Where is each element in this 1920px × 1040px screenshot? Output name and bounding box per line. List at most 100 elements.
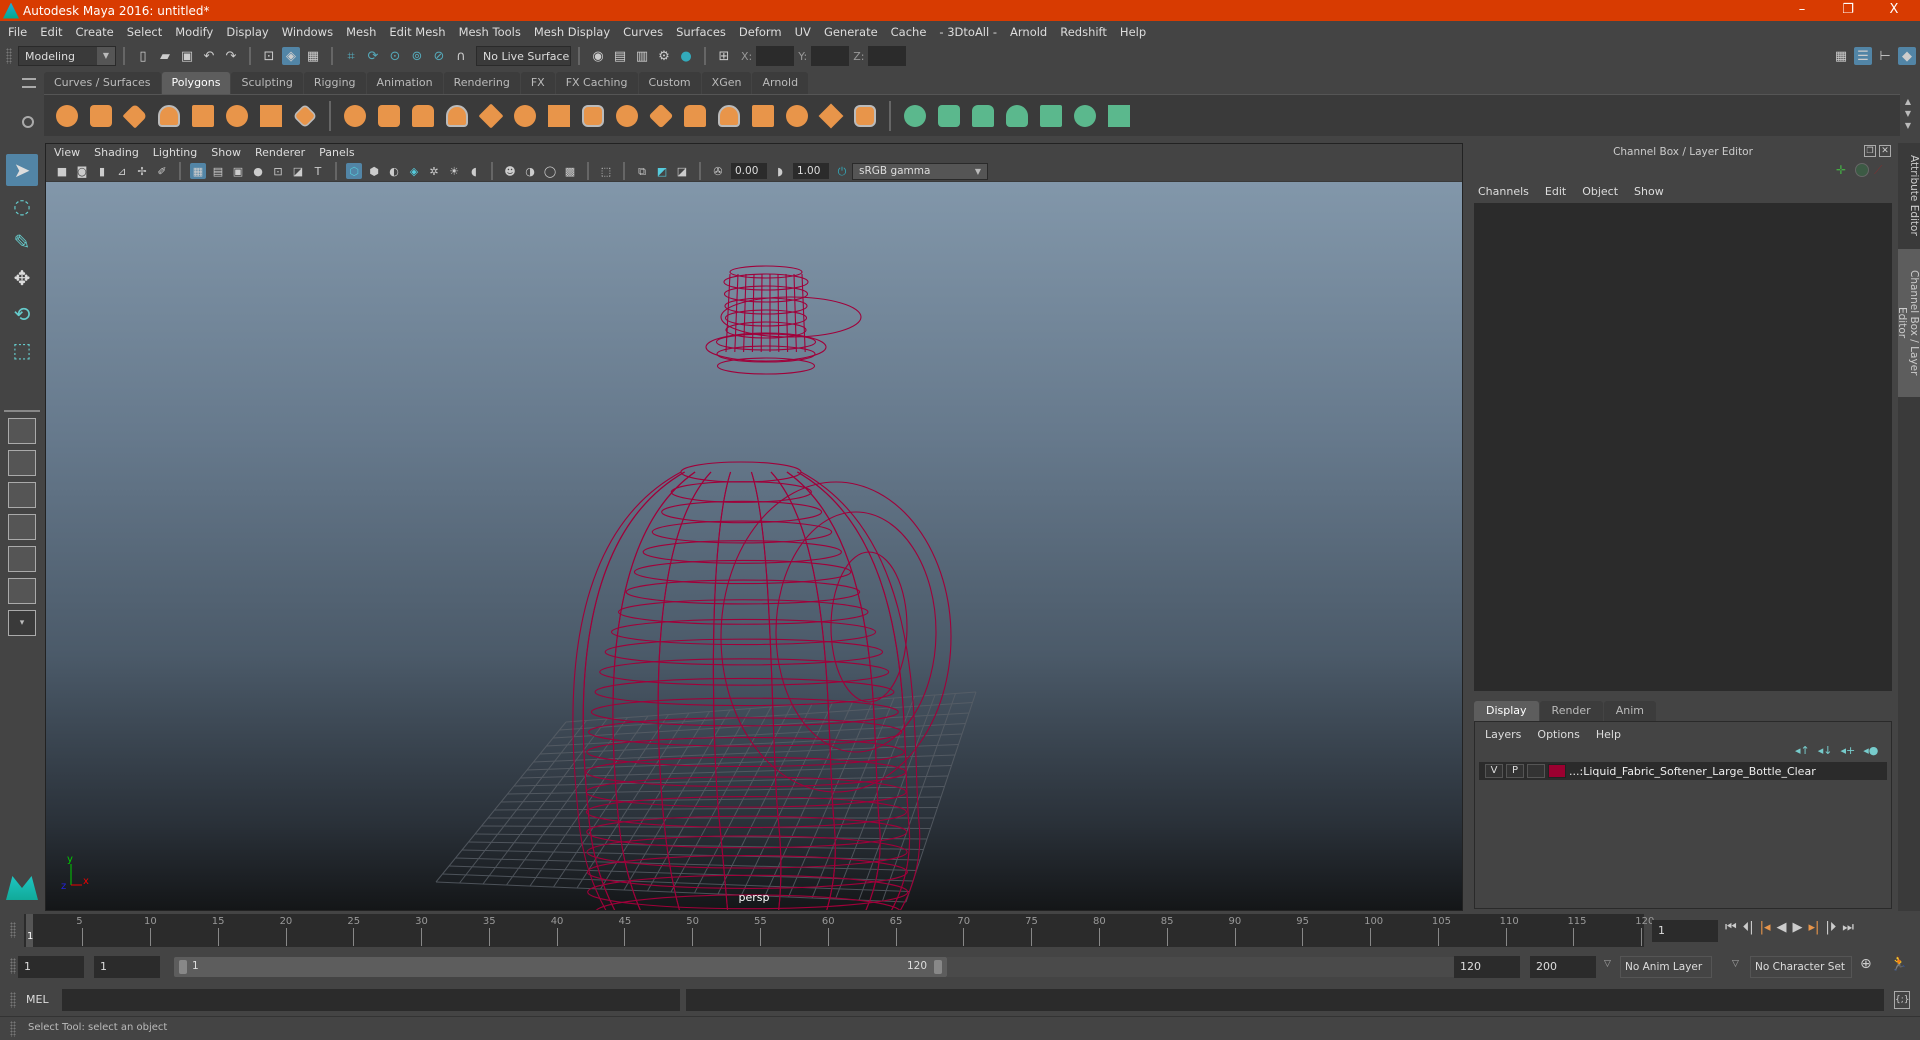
wireframe-on-shaded-icon[interactable]: ◐ (386, 163, 402, 179)
menu-mesh[interactable]: Mesh (346, 25, 376, 39)
channel-box-toggle-icon[interactable]: ☰ (1854, 47, 1872, 65)
render-view-icon[interactable]: ◉ (589, 47, 607, 65)
save-scene-icon[interactable]: ▣ (178, 47, 196, 65)
hypershade-icon[interactable]: ● (677, 47, 695, 65)
attribute-editor-tab[interactable]: Attribute Editor (1898, 147, 1920, 243)
screen-space-ao-icon[interactable]: ☻ (502, 163, 518, 179)
shelf-tab-fx-caching[interactable]: FX Caching (555, 72, 638, 94)
menu-deform[interactable]: Deform (739, 25, 782, 39)
image-plane-icon[interactable]: ⊿ (114, 163, 130, 179)
close-panel-icon[interactable]: ✕ (1879, 145, 1891, 157)
viewport-menu-renderer[interactable]: Renderer (255, 146, 305, 159)
script-editor-icon[interactable]: {;} (1894, 991, 1910, 1009)
shelf-tab-rigging[interactable]: Rigging (303, 72, 366, 94)
time-ruler[interactable]: 1 5 10 15 20 25 30 35 40 45 50 55 60 65 70 75 80 85 90 95 1… (24, 914, 1654, 947)
shelf-tab-xgen[interactable]: XGen (701, 72, 752, 94)
layer-menu-layers[interactable]: Layers (1485, 728, 1521, 741)
extrude-icon[interactable] (579, 102, 607, 130)
safe-action-icon[interactable]: ◪ (290, 163, 306, 179)
channel-box-menu-show[interactable]: Show (1634, 185, 1664, 198)
bookmark-icon[interactable]: ▮ (94, 163, 110, 179)
gate-mask-icon[interactable]: ● (250, 163, 266, 179)
cylindrical-uv-icon[interactable] (935, 102, 963, 130)
open-scene-icon[interactable]: ▰ (156, 47, 174, 65)
scale-tool-icon[interactable]: ⬚ (6, 334, 38, 366)
playback-toggle[interactable]: P (1506, 764, 1524, 778)
shelf-tab-polygons[interactable]: Polygons (161, 72, 231, 94)
append-polygon-icon[interactable] (647, 102, 675, 130)
use-all-lights-icon[interactable]: ☀ (446, 163, 462, 179)
isolate-select-icon[interactable]: ⬚ (598, 163, 614, 179)
anti-aliasing-icon[interactable]: ◯ (542, 163, 558, 179)
poly-plane-icon[interactable] (189, 102, 217, 130)
film-gate-icon[interactable]: ▤ (210, 163, 226, 179)
menu-modify[interactable]: Modify (175, 25, 213, 39)
auto-key-icon[interactable]: ⊕ (1860, 956, 1872, 972)
channel-box-menu-channels[interactable]: Channels (1478, 185, 1529, 198)
layer-menu-help[interactable]: Help (1596, 728, 1621, 741)
gamma-field[interactable]: 1.00 (793, 163, 829, 179)
live-surface-field[interactable]: No Live Surface (476, 46, 571, 66)
viewport-menu-shading[interactable]: Shading (94, 146, 139, 159)
snap-grid-icon[interactable]: ⌗ (342, 47, 360, 65)
paint-select-tool-icon[interactable]: ✎ (6, 226, 38, 258)
render-settings-icon[interactable]: ⚙ (655, 47, 673, 65)
viewport-menu-view[interactable]: View (54, 146, 80, 159)
close-button[interactable]: X (1872, 0, 1916, 21)
float-panel-icon[interactable]: ❐ (1864, 145, 1876, 157)
poly-cube-icon[interactable] (87, 102, 115, 130)
playback-start-field[interactable]: 1 (94, 956, 160, 978)
restore-button[interactable]: ❐ (1826, 0, 1870, 21)
xray-icon[interactable]: ◈ (406, 163, 422, 179)
animation-end-field[interactable]: 200 (1530, 956, 1596, 978)
step-forward-frame-icon[interactable]: ▸| (1809, 920, 1820, 935)
grip-handle[interactable] (10, 922, 16, 938)
menu-edit-mesh[interactable]: Edit Mesh (389, 25, 445, 39)
offset-edge-loop-icon[interactable] (749, 102, 777, 130)
display-type-toggle[interactable] (1527, 764, 1545, 778)
grease-pencil-icon[interactable]: ✐ (154, 163, 170, 179)
new-scene-icon[interactable]: ▯ (134, 47, 152, 65)
transform-input-icon[interactable]: ⊞ (715, 47, 733, 65)
menu-uv[interactable]: UV (795, 25, 811, 39)
extract-icon[interactable] (409, 102, 437, 130)
go-to-start-icon[interactable]: ⏮ (1725, 920, 1737, 935)
smooth-icon[interactable] (443, 102, 471, 130)
speed-icon[interactable] (1855, 163, 1869, 177)
menu-create[interactable]: Create (76, 25, 114, 39)
shelf-settings-icon[interactable] (22, 116, 34, 128)
poly-cylinder-icon[interactable] (121, 102, 149, 130)
menu-cache[interactable]: Cache (891, 25, 927, 39)
unfold-uv-icon[interactable] (1037, 102, 1065, 130)
bevel-icon[interactable] (613, 102, 641, 130)
four-view-layout-icon[interactable] (8, 450, 36, 476)
step-forward-key-icon[interactable]: |⏵ (1825, 920, 1836, 935)
shelf-tab-custom[interactable]: Custom (638, 72, 701, 94)
redo-icon[interactable]: ↷ (222, 47, 240, 65)
quadrangulate-icon[interactable] (817, 102, 845, 130)
select-hierarchy-icon[interactable]: ⊡ (260, 47, 278, 65)
layer-tab-render[interactable]: Render (1539, 701, 1603, 721)
viewport-menu-panels[interactable]: Panels (319, 146, 354, 159)
shelf-scroll-arrows[interactable]: ▲ ▼ ▼ (1900, 96, 1916, 134)
rotate-tool-icon[interactable]: ⟲ (6, 298, 38, 330)
bridge-icon[interactable] (511, 102, 539, 130)
menu-generate[interactable]: Generate (824, 25, 878, 39)
spherical-uv-icon[interactable] (969, 102, 997, 130)
hypershade-persp-layout-icon[interactable] (8, 578, 36, 604)
exposure-icon[interactable]: ✇ (710, 163, 726, 179)
channel-box-menu-object[interactable]: Object (1582, 185, 1618, 198)
3d-scene[interactable]: y x z persp (46, 182, 1462, 910)
character-set-dropdown[interactable]: No Character Set (1750, 956, 1852, 978)
select-object-icon[interactable]: ◈ (282, 47, 300, 65)
automatic-uv-icon[interactable] (1003, 102, 1031, 130)
layout-menu-icon[interactable]: ▾ (8, 610, 36, 636)
hyperbolic-icon[interactable]: ⟋ (1874, 163, 1888, 177)
persp-graph-layout-icon[interactable] (8, 514, 36, 540)
layer-color-swatch[interactable] (1548, 764, 1566, 778)
layer-tab-anim[interactable]: Anim (1603, 701, 1656, 721)
channel-box-menu-edit[interactable]: Edit (1545, 185, 1566, 198)
multi-cut-icon[interactable] (545, 102, 573, 130)
range-end-handle[interactable] (934, 960, 942, 974)
2d-pan-zoom-icon[interactable]: ✢ (134, 163, 150, 179)
